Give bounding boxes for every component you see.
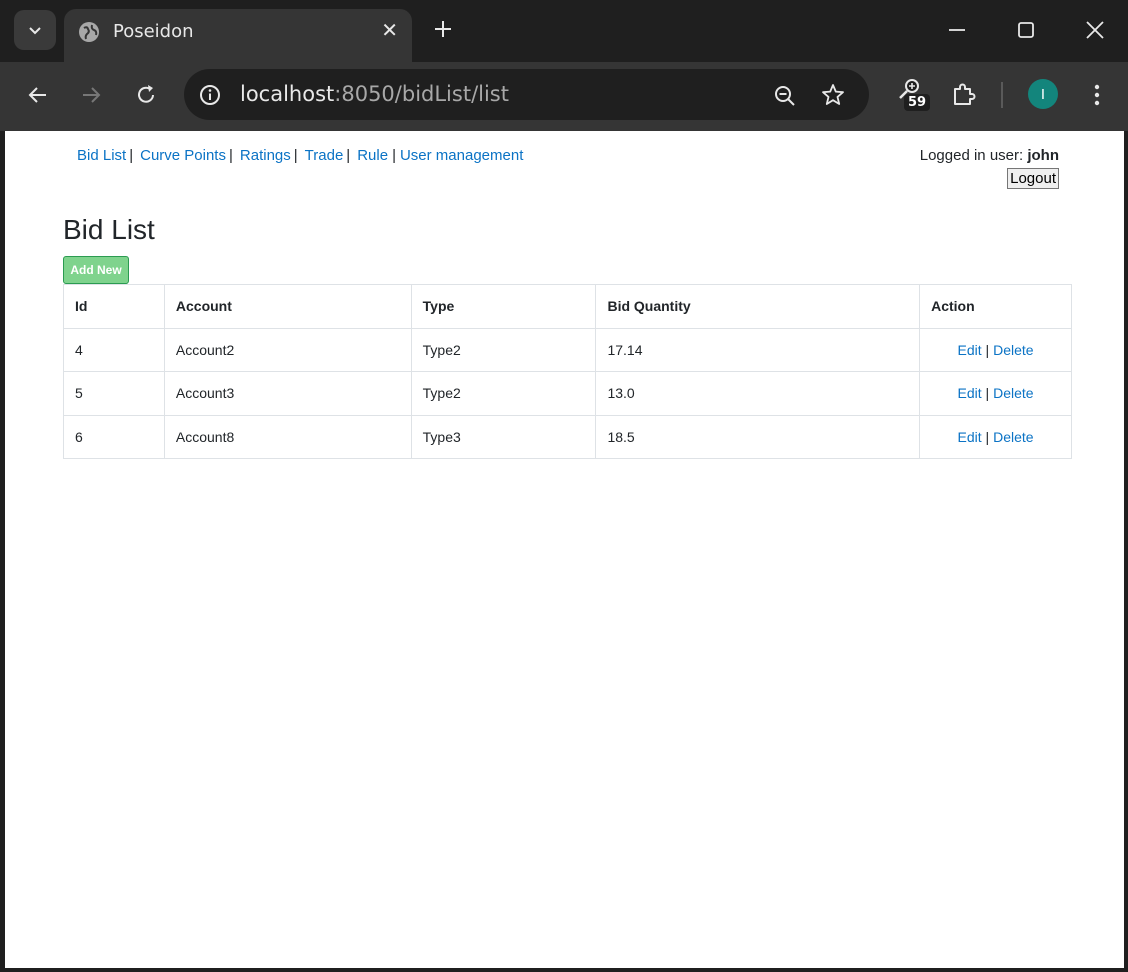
minimize-icon[interactable] (945, 18, 969, 42)
main-nav: Bid List | Curve Points | Ratings | Trade | Rule… (77, 147, 523, 164)
action-separator: | (985, 341, 990, 358)
column-header-action: Action (919, 284, 1072, 329)
close-tab-icon[interactable]: ✕ (381, 21, 398, 41)
cell-type: Type2 (410, 327, 597, 372)
kebab-menu-icon[interactable] (1084, 82, 1110, 108)
column-header-id: Id (63, 284, 165, 329)
action-separator: | (985, 428, 990, 445)
nav-ratings[interactable]: Ratings (240, 147, 291, 164)
cell-id: 4 (63, 327, 165, 372)
nav-user-management[interactable]: User management (400, 147, 523, 164)
edit-link[interactable]: Edit (958, 385, 982, 401)
profile-avatar[interactable]: I (1028, 79, 1058, 109)
logged-in-label: Logged in user: (919, 147, 1024, 164)
cell-action: Edit | Delete (919, 371, 1072, 416)
url-path: :8050/bidList/list (334, 82, 509, 106)
table-row: 5 Account3 Type2 13.0 Edit | Delete (63, 371, 1072, 416)
cell-id: 5 (63, 371, 165, 416)
table-row: 6 Account8 Type3 18.5 Edit | Delete (63, 414, 1072, 459)
cell-bid-quantity: 17.14 (595, 327, 921, 372)
delete-link[interactable]: Delete (993, 342, 1033, 358)
nav-bid-list[interactable]: Bid List (77, 147, 126, 164)
cell-account: Account2 (163, 327, 412, 372)
url-host: localhost (240, 82, 335, 106)
close-window-icon[interactable] (1083, 18, 1107, 42)
reload-icon[interactable] (133, 82, 159, 108)
chevron-down-icon (29, 27, 41, 35)
zoom-out-icon[interactable] (772, 83, 798, 109)
nav-separator: | (392, 147, 396, 164)
cell-type: Type2 (410, 371, 597, 416)
nav-separator: | (129, 147, 134, 164)
edit-link[interactable]: Edit (958, 429, 982, 445)
column-header-bid-quantity: Bid Quantity (595, 284, 921, 329)
bookmark-star-icon[interactable] (820, 82, 846, 108)
url-text: localhost:8050/bidList/list (240, 82, 509, 106)
table-header-row: Id Account Type Bid Quantity Action (63, 284, 1072, 329)
cell-type: Type3 (410, 414, 597, 459)
extensions-puzzle-icon[interactable] (950, 80, 978, 108)
browser-toolbar: localhost:8050/bidList/list 59 I (0, 62, 1128, 131)
maximize-icon[interactable] (1014, 18, 1038, 42)
address-bar[interactable]: localhost:8050/bidList/list (184, 69, 869, 120)
nav-trade[interactable]: Trade (305, 147, 344, 164)
cell-bid-quantity: 13.0 (595, 371, 921, 416)
delete-link[interactable]: Delete (993, 429, 1033, 445)
username: john (1027, 147, 1059, 164)
cell-action: Edit | Delete (919, 327, 1072, 372)
delete-link[interactable]: Delete (993, 385, 1033, 401)
column-header-account: Account (163, 284, 412, 329)
logout-button[interactable]: Logout (1007, 168, 1059, 189)
nav-separator: | (346, 147, 351, 164)
cell-account: Account3 (163, 371, 412, 416)
tab-search-button[interactable] (14, 10, 56, 50)
tab-title: Poseidon (113, 21, 194, 42)
browser-tab[interactable]: Poseidon ✕ (64, 9, 412, 62)
cell-account: Account8 (163, 414, 412, 459)
edit-link[interactable]: Edit (958, 342, 982, 358)
bid-list-table: Id Account Type Bid Quantity Action 4 Ac… (63, 284, 1072, 459)
forward-arrow-icon[interactable] (78, 82, 104, 108)
nav-curve-points[interactable]: Curve Points (140, 147, 226, 164)
page-viewport: Bid List | Curve Points | Ratings | Trade | Rule… (5, 131, 1124, 968)
logged-in-line: Logged in user: john (920, 147, 1059, 164)
browser-tab-strip: Poseidon ✕ (0, 0, 1128, 62)
column-header-type: Type (410, 284, 597, 329)
back-arrow-icon[interactable] (25, 82, 51, 108)
nav-rule[interactable]: Rule (357, 147, 388, 164)
globe-icon (79, 22, 99, 42)
page-title: Bid List (63, 214, 155, 245)
extension-button[interactable]: 59 (894, 79, 934, 116)
action-separator: | (985, 385, 990, 402)
cell-action: Edit | Delete (919, 414, 1072, 459)
new-tab-icon[interactable] (430, 16, 456, 42)
nav-separator: | (293, 147, 298, 164)
add-new-button[interactable]: Add New (63, 256, 129, 284)
toolbar-divider (1001, 82, 1003, 108)
cell-bid-quantity: 18.5 (595, 414, 921, 459)
cell-id: 6 (63, 414, 165, 459)
user-info: Logged in user: john Logout (920, 147, 1059, 189)
extension-badge-count: 59 (904, 94, 931, 111)
table-row: 4 Account2 Type2 17.14 Edit | Delete (63, 327, 1072, 372)
site-info-icon[interactable] (198, 83, 222, 107)
avatar-initial: I (1040, 85, 1046, 103)
nav-separator: | (228, 147, 233, 164)
